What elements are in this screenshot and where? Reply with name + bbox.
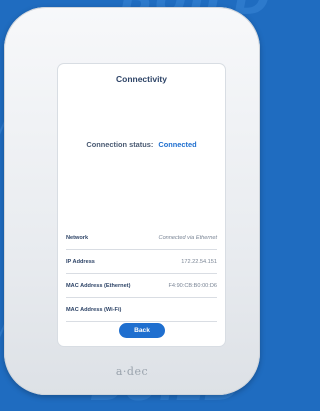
back-button[interactable]: Back (119, 323, 165, 338)
info-key: Network (66, 234, 89, 241)
page-title: Connectivity (115, 74, 167, 84)
info-key: MAC Address (Wi-Fi) (66, 306, 122, 313)
info-row-ip-address: IP Address 172.22.54.151 (66, 250, 217, 274)
info-value: Connected via Ethernet (158, 234, 217, 241)
brand-logo: a·dec (115, 365, 149, 378)
connectivity-screen: Connectivity Connection status: Connecte… (58, 64, 225, 346)
device-frame: Connectivity Connection status: Connecte… (4, 7, 260, 395)
connection-status: Connection status: Connected (58, 140, 225, 149)
info-key: IP Address (66, 258, 95, 265)
info-list: Network Connected via Ethernet IP Addres… (66, 226, 217, 322)
info-row-mac-wifi: MAC Address (Wi-Fi) (66, 298, 217, 322)
connection-status-value: Connected (158, 140, 197, 149)
info-key: MAC Address (Ethernet) (66, 282, 131, 289)
info-row-network: Network Connected via Ethernet (66, 226, 217, 250)
info-row-mac-ethernet: MAC Address (Ethernet) F4:90:CB:B0:00:D6 (66, 274, 217, 298)
info-value: 172.22.54.151 (181, 258, 217, 265)
connection-status-label: Connection status: (86, 140, 154, 149)
info-value: F4:90:CB:B0:00:D6 (168, 282, 217, 289)
